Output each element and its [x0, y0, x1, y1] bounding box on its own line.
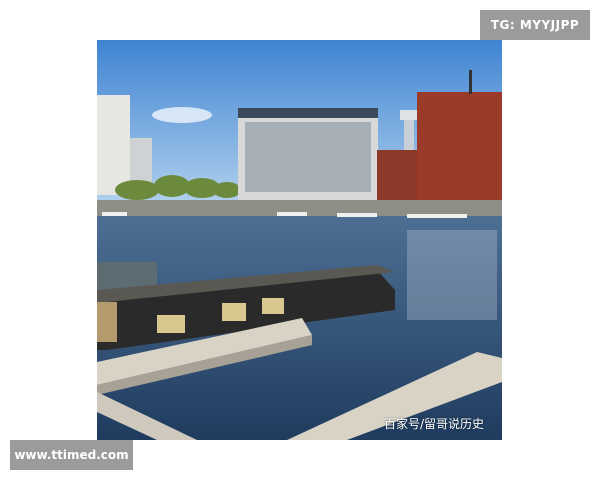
watermark-top-right: TG: MYYJJPP: [480, 10, 590, 40]
watermark-bottom-left: www.ttimed.com: [10, 440, 133, 470]
photo-illustration: [97, 40, 502, 440]
office-building-center: [238, 108, 378, 200]
water-reflection: [407, 230, 497, 320]
harbor-photo: [97, 40, 502, 440]
cloud: [152, 107, 212, 123]
photo-caption-watermark: 百家号/留哥说历史: [384, 417, 485, 431]
